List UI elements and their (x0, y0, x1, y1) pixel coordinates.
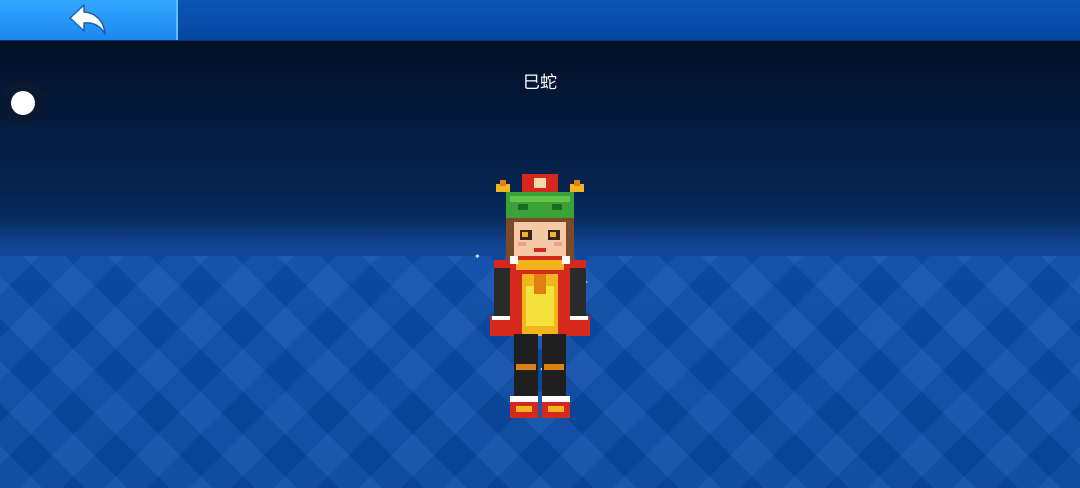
back-button[interactable] (0, 0, 178, 40)
circle-toggle-icon (11, 91, 35, 115)
skin-name-label: 巳蛇 (523, 73, 557, 93)
character-model[interactable] (470, 168, 610, 428)
back-arrow-icon (69, 4, 106, 35)
view-toggle-button[interactable] (1, 81, 45, 125)
top-bar (0, 0, 1080, 41)
